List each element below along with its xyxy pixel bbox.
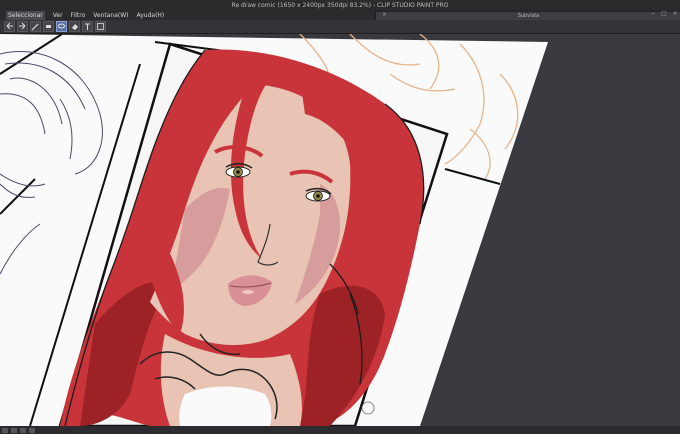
canvas-area[interactable] — [0, 34, 680, 426]
status-button[interactable] — [29, 427, 35, 433]
status-button[interactable] — [20, 427, 26, 433]
lasso-icon[interactable] — [56, 21, 67, 32]
maximize-icon[interactable]: □ — [659, 10, 669, 18]
close-icon[interactable]: × — [382, 12, 388, 18]
status-button[interactable] — [11, 427, 17, 433]
redo-icon[interactable] — [17, 21, 28, 32]
transform-icon[interactable] — [95, 21, 106, 32]
status-button[interactable] — [2, 427, 8, 433]
menu-ayuda[interactable]: Ayuda(H) — [137, 11, 165, 20]
minimize-icon[interactable]: – — [648, 10, 658, 18]
close-window-icon[interactable]: × — [670, 10, 680, 18]
status-bar — [0, 426, 680, 434]
subwindow-title[interactable]: Subvista — [376, 12, 680, 20]
text-icon[interactable] — [82, 21, 93, 32]
pen-icon[interactable] — [30, 21, 41, 32]
artwork-canvas[interactable] — [0, 34, 680, 426]
undo-icon[interactable] — [4, 21, 15, 32]
eraser-icon[interactable] — [43, 21, 54, 32]
fill-icon[interactable] — [69, 21, 80, 32]
menu-ver[interactable]: Ver — [53, 11, 63, 20]
menu-filtro[interactable]: Filtro — [71, 11, 86, 20]
menu-seleccionar[interactable]: Seleccionar — [6, 11, 45, 20]
command-bar — [0, 20, 680, 34]
menu-ventana[interactable]: Ventana(W) — [93, 11, 128, 20]
